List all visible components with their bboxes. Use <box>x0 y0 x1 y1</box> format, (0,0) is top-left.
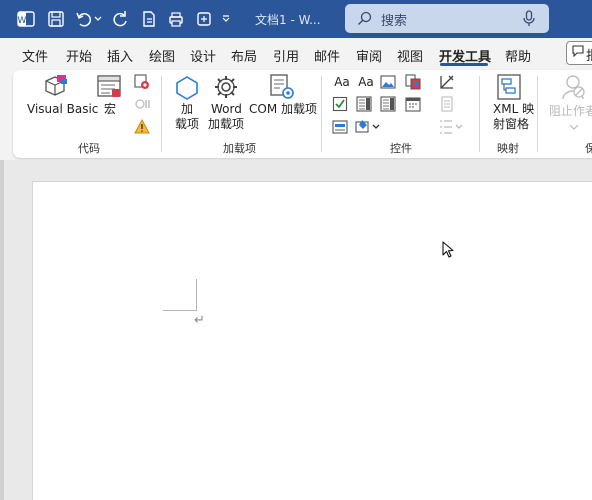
tab-help[interactable]: 帮助 <box>505 46 531 65</box>
comments-button[interactable]: 批 <box>566 41 592 65</box>
ribbon-tabs: 文件 开始 插入 绘图 设计 布局 引用 邮件 审阅 视图 开发工具 帮助 <box>0 38 592 70</box>
document-page[interactable] <box>32 181 592 500</box>
block-authors-icon <box>559 73 587 101</box>
svg-text:W: W <box>18 16 27 26</box>
group-label-code: 代码 <box>78 142 100 155</box>
addins-label-line1[interactable]: 加 <box>181 102 193 117</box>
date-picker-control-icon[interactable] <box>404 95 422 113</box>
macro-security-icon[interactable] <box>133 118 151 136</box>
paragraph-mark: ↵ <box>194 313 205 328</box>
xml-mapping-label-line1[interactable]: XML 映 <box>493 102 534 117</box>
word-logo-icon: W <box>16 9 36 29</box>
new-document-icon[interactable] <box>139 9 159 29</box>
margin-corner-mark-horizontal <box>163 310 197 311</box>
search-icon <box>357 11 372 30</box>
group-label-mapping: 映射 <box>497 142 519 155</box>
com-addins-icon[interactable] <box>267 73 297 101</box>
addins-icon[interactable] <box>173 74 201 102</box>
tab-view[interactable]: 视图 <box>397 46 423 65</box>
visual-basic-label[interactable]: Visual Basic <box>27 102 98 117</box>
combo-box-control-icon[interactable] <box>355 95 373 113</box>
tab-layout[interactable]: 布局 <box>231 46 257 65</box>
customize-toolbar-icon[interactable] <box>220 9 232 29</box>
title-bar: W 文档1 - W... 搜索 <box>0 0 592 38</box>
group-label-protect: 保 <box>585 142 592 155</box>
redo-icon[interactable] <box>110 9 130 29</box>
left-edge-strip <box>0 160 4 500</box>
document-title: 文档1 - W... <box>255 13 321 27</box>
microphone-icon[interactable] <box>523 10 535 31</box>
undo-icon[interactable] <box>74 9 94 29</box>
plain-text-control-icon[interactable]: Aa <box>355 73 377 91</box>
repeating-section-control-icon[interactable] <box>331 118 349 136</box>
comments-label: 批 <box>586 45 592 64</box>
group-label-controls: 控件 <box>390 142 412 155</box>
group-separator <box>537 76 538 152</box>
chevron-down-icon <box>565 118 583 136</box>
tab-mailings[interactable]: 邮件 <box>314 46 340 65</box>
picture-control-icon[interactable] <box>379 73 397 91</box>
rich-text-control-icon[interactable]: Aa <box>331 73 353 91</box>
margin-corner-mark <box>196 279 197 311</box>
tab-file[interactable]: 文件 <box>22 46 48 65</box>
pause-recording-icon <box>133 95 151 113</box>
building-block-control-icon[interactable] <box>404 73 422 91</box>
save-icon[interactable] <box>46 9 66 29</box>
group-separator <box>321 76 322 152</box>
legacy-tools-icon[interactable] <box>355 118 381 136</box>
visual-basic-icon[interactable] <box>41 73 71 99</box>
search-input[interactable]: 搜索 <box>345 4 549 33</box>
group-label-addins: 加载项 <box>223 142 256 155</box>
com-addins-label[interactable]: COM 加载项 <box>249 102 317 117</box>
print-icon[interactable] <box>166 9 186 29</box>
tab-review[interactable]: 审阅 <box>356 46 382 65</box>
group-separator <box>161 76 162 152</box>
block-authors-label: 阻止作者 <box>549 104 592 118</box>
touch-mode-icon[interactable] <box>194 9 214 29</box>
xml-mapping-pane-icon[interactable] <box>495 73 523 101</box>
properties-icon <box>438 95 456 113</box>
developer-ribbon: Visual Basic 宏 代码 加 载项 Word 加载项 COM 加载项 … <box>13 70 592 158</box>
word-addins-label-line2[interactable]: 加载项 <box>208 117 244 132</box>
design-mode-icon[interactable] <box>438 73 456 91</box>
addins-label-line2[interactable]: 载项 <box>175 117 199 132</box>
group-control-icon <box>438 118 466 136</box>
mouse-cursor-icon <box>442 241 454 263</box>
word-addins-label-line1[interactable]: Word <box>211 102 242 117</box>
word-addins-gear-icon[interactable] <box>212 73 240 101</box>
record-macro-icon[interactable] <box>133 73 151 91</box>
active-tab-indicator <box>440 63 488 66</box>
macros-icon[interactable] <box>96 74 124 100</box>
tab-design[interactable]: 设计 <box>190 46 216 65</box>
comment-icon <box>572 45 584 64</box>
tab-insert[interactable]: 插入 <box>107 46 133 65</box>
xml-mapping-label-line2[interactable]: 射窗格 <box>493 117 529 132</box>
dropdown-list-control-icon[interactable] <box>379 95 397 113</box>
group-separator <box>479 76 480 152</box>
search-placeholder: 搜索 <box>381 14 408 29</box>
tab-home[interactable]: 开始 <box>66 46 92 65</box>
undo-dropdown-icon[interactable] <box>92 9 104 29</box>
checkbox-control-icon[interactable] <box>331 95 349 113</box>
tab-draw[interactable]: 绘图 <box>149 46 175 65</box>
tab-references[interactable]: 引用 <box>273 46 299 65</box>
macros-label[interactable]: 宏 <box>104 102 116 117</box>
